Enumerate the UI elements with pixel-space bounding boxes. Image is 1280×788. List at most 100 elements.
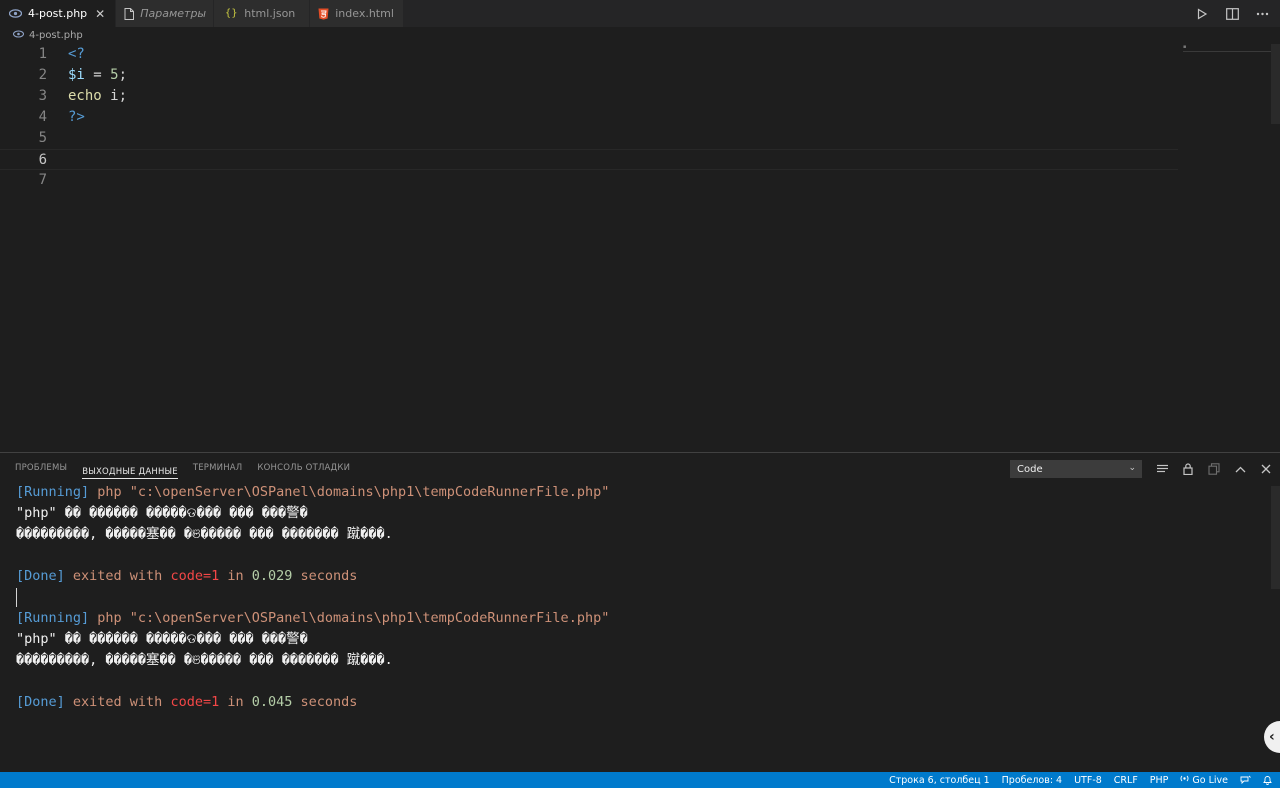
output-line: [Done] exited with code=1 in 0.029 secon… — [16, 566, 1266, 587]
output-token: [Running] — [16, 610, 90, 626]
encoding[interactable]: UTF-8 — [1074, 775, 1102, 786]
more-actions-icon[interactable] — [1254, 6, 1270, 22]
file-icon — [124, 7, 135, 21]
tab-problems[interactable]: ПРОБЛЕМЫ — [15, 453, 67, 483]
tab-parameters[interactable]: Параметры — [116, 0, 215, 27]
output-token: "php" �� ������ �����ଡ��� ��� ���警� — [16, 505, 308, 521]
output-token: exited with — [64, 568, 171, 584]
line-number: 2 — [38, 67, 47, 83]
code-line[interactable]: 1 <? — [0, 44, 1178, 65]
editor-tab-bar: 4-post.php ✕ Параметры {} html.json inde… — [0, 0, 1280, 27]
output-line: "php" �� ������ �����ଡ��� ��� ���警� — [16, 629, 1266, 650]
bell-icon[interactable] — [1263, 775, 1272, 785]
code-line[interactable]: 5 — [0, 128, 1178, 149]
output-token: ���������, �����塞�� �ଞ����� ��� ������� … — [16, 652, 393, 668]
panel-tab-bar: ПРОБЛЕМЫ ВЫХОДНЫЕ ДАННЫЕ ТЕРМИНАЛ КОНСОЛ… — [0, 453, 350, 483]
output-log[interactable]: [Running] php "c:\openServer\OSPanel\dom… — [16, 482, 1266, 713]
output-line: ���������, �����塞�� �ଞ����� ��� ������� … — [16, 650, 1266, 671]
tab-terminal[interactable]: ТЕРМИНАЛ — [193, 453, 243, 483]
tab-html-json[interactable]: {} html.json — [214, 0, 311, 27]
output-line: [Done] exited with code=1 in 0.045 secon… — [16, 692, 1266, 713]
json-braces-icon: {} — [224, 8, 238, 19]
breadcrumb[interactable]: 4-post.php — [0, 27, 83, 44]
panel-scrollbar[interactable] — [1271, 486, 1280, 589]
text-cursor — [16, 588, 17, 607]
tab-label: index.html — [335, 7, 394, 20]
tab-label: Параметры — [140, 7, 207, 20]
output-token: "php" �� ������ �����ଡ��� ��� ���警� — [16, 631, 308, 647]
output-token: 0.029 — [251, 568, 293, 584]
cursor-position[interactable]: Строка 6, столбец 1 — [889, 775, 990, 786]
code-navigation-icon[interactable]: ‹ — [1264, 721, 1280, 753]
code-line[interactable]: 6 — [0, 149, 1178, 170]
go-live-button[interactable]: Go Live — [1180, 774, 1228, 786]
output-token: php "c:\openServer\OSPanel\domains\php1\… — [89, 610, 610, 626]
line-number: 4 — [38, 109, 47, 125]
output-line: [Running] php "c:\openServer\OSPanel\dom… — [16, 608, 1266, 629]
code-token: 5 — [110, 67, 119, 83]
output-token: [Done] — [16, 694, 65, 710]
code-line[interactable]: 7 — [0, 170, 1178, 191]
output-channel-value: Code — [1017, 463, 1043, 475]
tab-label: html.json — [244, 7, 296, 20]
clear-output-icon[interactable] — [1155, 462, 1169, 476]
lock-icon[interactable] — [1181, 462, 1195, 476]
end-of-line[interactable]: CRLF — [1114, 775, 1138, 786]
line-number: 6 — [38, 152, 47, 168]
tab-debug-console[interactable]: КОНСОЛЬ ОТЛАДКИ — [257, 453, 350, 483]
tab-index-html[interactable]: index.html — [310, 0, 405, 27]
run-icon[interactable] — [1194, 6, 1210, 22]
tab-4-post-php[interactable]: 4-post.php ✕ — [0, 0, 117, 27]
editor-actions — [1194, 0, 1270, 27]
php-eye-icon — [12, 30, 25, 41]
output-line: [Running] php "c:\openServer\OSPanel\dom… — [16, 482, 1266, 503]
copy-icon[interactable] — [1207, 462, 1221, 476]
output-token: seconds — [292, 694, 358, 710]
output-token: 0.045 — [251, 694, 293, 710]
tab-output[interactable]: ВЫХОДНЫЕ ДАННЫЕ — [82, 457, 178, 479]
output-token: seconds — [292, 568, 358, 584]
output-token: code=1 — [170, 694, 220, 710]
panel-actions — [1155, 460, 1273, 478]
line-number: 7 — [38, 172, 47, 188]
output-token: ���������, �����塞�� �ଞ����� ��� ������� … — [16, 526, 393, 542]
code-token: i; — [101, 88, 128, 104]
code-line[interactable]: 4 ?> — [0, 107, 1178, 128]
code-token: ; — [118, 67, 128, 83]
code-line[interactable]: 2 $i = 5; — [0, 65, 1178, 86]
status-bar: Строка 6, столбец 1 Пробелов: 4 UTF-8 CR… — [0, 772, 1280, 788]
feedback-icon[interactable] — [1240, 775, 1251, 785]
split-editor-icon[interactable] — [1224, 6, 1240, 22]
chevron-down-icon: ⌄ — [1128, 463, 1136, 473]
language-mode[interactable]: PHP — [1150, 775, 1169, 786]
breadcrumb-file[interactable]: 4-post.php — [29, 30, 83, 41]
output-token: code=1 — [170, 568, 220, 584]
line-number: 1 — [38, 46, 47, 62]
output-token: [Running] — [16, 484, 90, 500]
close-panel-icon[interactable] — [1259, 462, 1273, 476]
maximize-panel-icon[interactable] — [1233, 462, 1247, 476]
close-icon[interactable]: ✕ — [95, 7, 105, 21]
code-token: <? — [68, 46, 85, 62]
output-line: "php" �� ������ �����ଡ��� ��� ���警� — [16, 503, 1266, 524]
code-token: = — [84, 67, 111, 83]
indentation[interactable]: Пробелов: 4 — [1002, 775, 1062, 786]
bottom-panel: ПРОБЛЕМЫ ВЫХОДНЫЕ ДАННЫЕ ТЕРМИНАЛ КОНСОЛ… — [0, 452, 1280, 772]
php-eye-icon — [8, 7, 22, 21]
code-line[interactable]: 3 echo i; — [0, 86, 1178, 107]
line-number: 5 — [38, 130, 47, 146]
minimap-line — [1183, 51, 1271, 52]
code-editor[interactable]: 1 <? 2 $i = 5; 3 echo i; 4 ?> 5 6 7 — [0, 44, 1280, 452]
output-token: in — [219, 694, 252, 710]
code-token: ?> — [68, 109, 85, 125]
code-token: echo — [68, 88, 102, 104]
output-channel-select[interactable]: Code ⌄ — [1010, 460, 1142, 478]
minimap[interactable]: ▪ — [1183, 44, 1186, 50]
output-token: [Done] — [16, 568, 65, 584]
editor-scrollbar[interactable] — [1271, 44, 1280, 124]
go-live-label: Go Live — [1192, 774, 1228, 786]
code-token: $i — [68, 67, 85, 83]
